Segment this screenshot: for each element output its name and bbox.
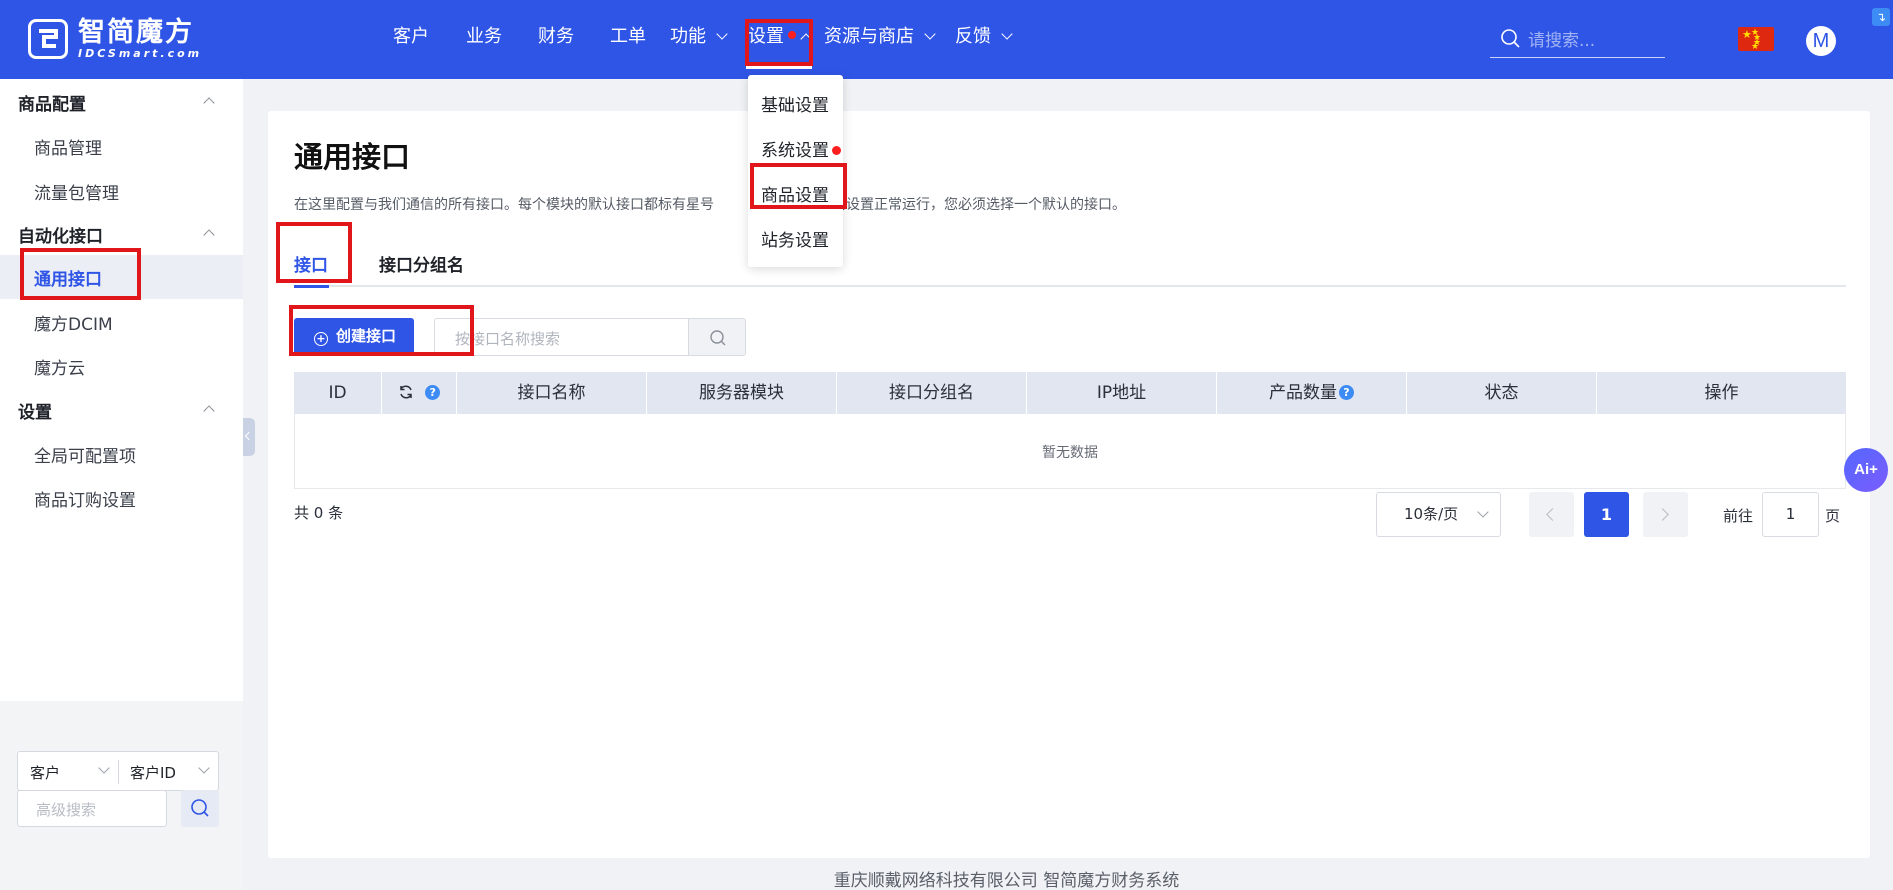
help-icon[interactable]: ? [1339,385,1354,400]
column-header-id[interactable]: ID [294,372,382,414]
refresh-icon[interactable] [398,384,414,400]
menu-item-product-settings[interactable]: 商品设置 [761,181,829,206]
sidebar-item-general-interface[interactable]: 通用接口 [34,265,102,290]
settings-dropdown-menu: 基础设置 系统设置 商品设置 站务设置 [748,75,843,267]
search-icon [191,799,209,817]
column-header-group-name[interactable]: 接口分组名 [837,372,1027,414]
goto-page-input[interactable]: 1 [1762,492,1819,537]
nav-item-business[interactable]: 业务 [466,24,502,50]
brand-name-en: IDCSmart.com [78,47,203,60]
search-icon [1501,29,1520,48]
customer-filter-select[interactable]: 客户 客户ID [17,751,219,791]
page-number-current[interactable]: 1 [1584,492,1629,537]
column-header-actions[interactable]: 操作 [1597,372,1846,414]
nav-item-tickets[interactable]: 工单 [610,24,646,50]
prev-page-button[interactable] [1529,492,1574,537]
logo-mark-icon [28,19,68,59]
menu-item-basic-settings[interactable]: 基础设置 [761,91,829,116]
sidebar-group-settings[interactable]: 设置 [18,398,52,423]
sidebar-item-global-config[interactable]: 全局可配置项 [34,442,136,467]
page-title: 通用接口 [294,140,411,174]
total-count: 共 0 条 [294,504,344,522]
sidebar: 商品配置 商品管理 流量包管理 自动化接口 通用接口 魔方DCIM 魔方云 设置… [0,79,243,890]
sidebar-item-traffic-package[interactable]: 流量包管理 [34,179,119,204]
search-icon [710,330,726,346]
chevron-down-icon [924,28,936,40]
sidebar-group-automation[interactable]: 自动化接口 [18,222,103,247]
brand-name-cn: 智简魔方 [78,17,194,48]
goto-label: 前往 [1723,507,1754,525]
filter-field-value[interactable]: 客户ID [130,762,176,783]
chevron-up-icon[interactable] [203,97,215,109]
tab-active-indicator [294,285,329,288]
chevron-up-icon[interactable] [203,405,215,417]
column-header-status[interactable]: 状态 [1407,372,1597,414]
tab-interface-groups[interactable]: 接口分组名 [379,251,464,276]
goto-suffix: 页 [1825,507,1841,525]
tab-interfaces[interactable]: 接口 [294,251,328,276]
sidebar-item-dcim[interactable]: 魔方DCIM [34,310,113,335]
chevron-down-icon [716,28,728,40]
chevron-up-icon [800,33,812,45]
column-header-name[interactable]: 接口名称 [457,372,647,414]
chevron-down-icon[interactable] [98,762,110,774]
chevron-down-icon[interactable] [198,762,210,774]
interface-search-input[interactable]: 按接口名称搜索 [434,318,689,356]
nav-item-customers[interactable]: 客户 [393,24,429,50]
column-header-ip[interactable]: IP地址 [1027,372,1217,414]
tabs-divider [294,285,1846,287]
filter-type-value[interactable]: 客户 [30,762,60,783]
sidebar-group-product-config[interactable]: 商品配置 [18,90,86,115]
nav-active-indicator [746,66,812,69]
page-description: 在这里配置与我们通信的所有接口。每个模块的默认接口都标有星号 口自动设置正常运行，… [294,197,1126,213]
column-header-sync[interactable]: ? [382,372,457,414]
column-header-product-count[interactable]: 产品数量? [1217,372,1407,414]
next-page-button[interactable] [1643,492,1688,537]
sidebar-item-order-settings[interactable]: 商品订购设置 [34,486,136,511]
nav-item-feedback[interactable]: 反馈 [955,24,1013,50]
select-divider [118,760,119,784]
sidebar-collapse-handle[interactable] [243,418,255,456]
nav-item-settings[interactable]: 设置 [748,24,812,50]
sidebar-item-product-management[interactable]: 商品管理 [34,134,102,159]
interface-search-button[interactable] [688,318,746,356]
ai-assistant-button[interactable]: Ai+ [1844,448,1888,492]
china-flag-icon[interactable]: ★ ★ ★ ★ ★ [1738,27,1774,52]
advanced-search-button[interactable] [181,790,219,827]
nav-item-finance[interactable]: 财务 [538,24,574,50]
sidebar-item-cloud[interactable]: 魔方云 [34,354,85,379]
avatar[interactable]: M [1806,26,1836,56]
chevron-up-icon[interactable] [203,229,215,241]
brand-logo[interactable]: 智简魔方 IDCSmart.com [28,18,202,60]
global-search-placeholder: 请搜索... [1528,31,1596,51]
top-navbar: 智简魔方 IDCSmart.com 客户 业务 财务 工单 功能 设置 资源与商… [0,0,1893,79]
plus-circle-icon: + [314,332,328,346]
menu-item-system-settings[interactable]: 系统设置 [761,136,841,161]
global-search[interactable]: 请搜索... [1490,20,1665,58]
page-size-select[interactable]: 10条/页 [1376,492,1501,537]
notification-dot [832,146,841,155]
chevron-down-icon [1001,28,1013,40]
help-icon[interactable]: ? [425,385,441,400]
create-interface-button[interactable]: + 创建接口 [294,318,414,355]
footer-copyright: 重庆顺戴网络科技有限公司 智简魔方财务系统 [833,871,1180,890]
corner-action-icon[interactable]: ↴ [1872,8,1890,26]
chevron-down-icon [1477,506,1489,518]
menu-item-site-settings[interactable]: 站务设置 [761,226,829,251]
nav-item-resources-store[interactable]: 资源与商店 [824,24,936,50]
notification-dot [788,31,796,39]
table-header: ID ? 接口名称 服务器模块 接口分组名 IP地址 产品数量? 状态 操作 [294,372,1846,414]
nav-item-features[interactable]: 功能 [670,24,728,50]
table-body: 暂无数据 [294,414,1846,489]
column-header-server-module[interactable]: 服务器模块 [647,372,837,414]
empty-state-text: 暂无数据 [1042,445,1098,461]
advanced-search-input[interactable]: 高级搜索 [17,790,167,827]
